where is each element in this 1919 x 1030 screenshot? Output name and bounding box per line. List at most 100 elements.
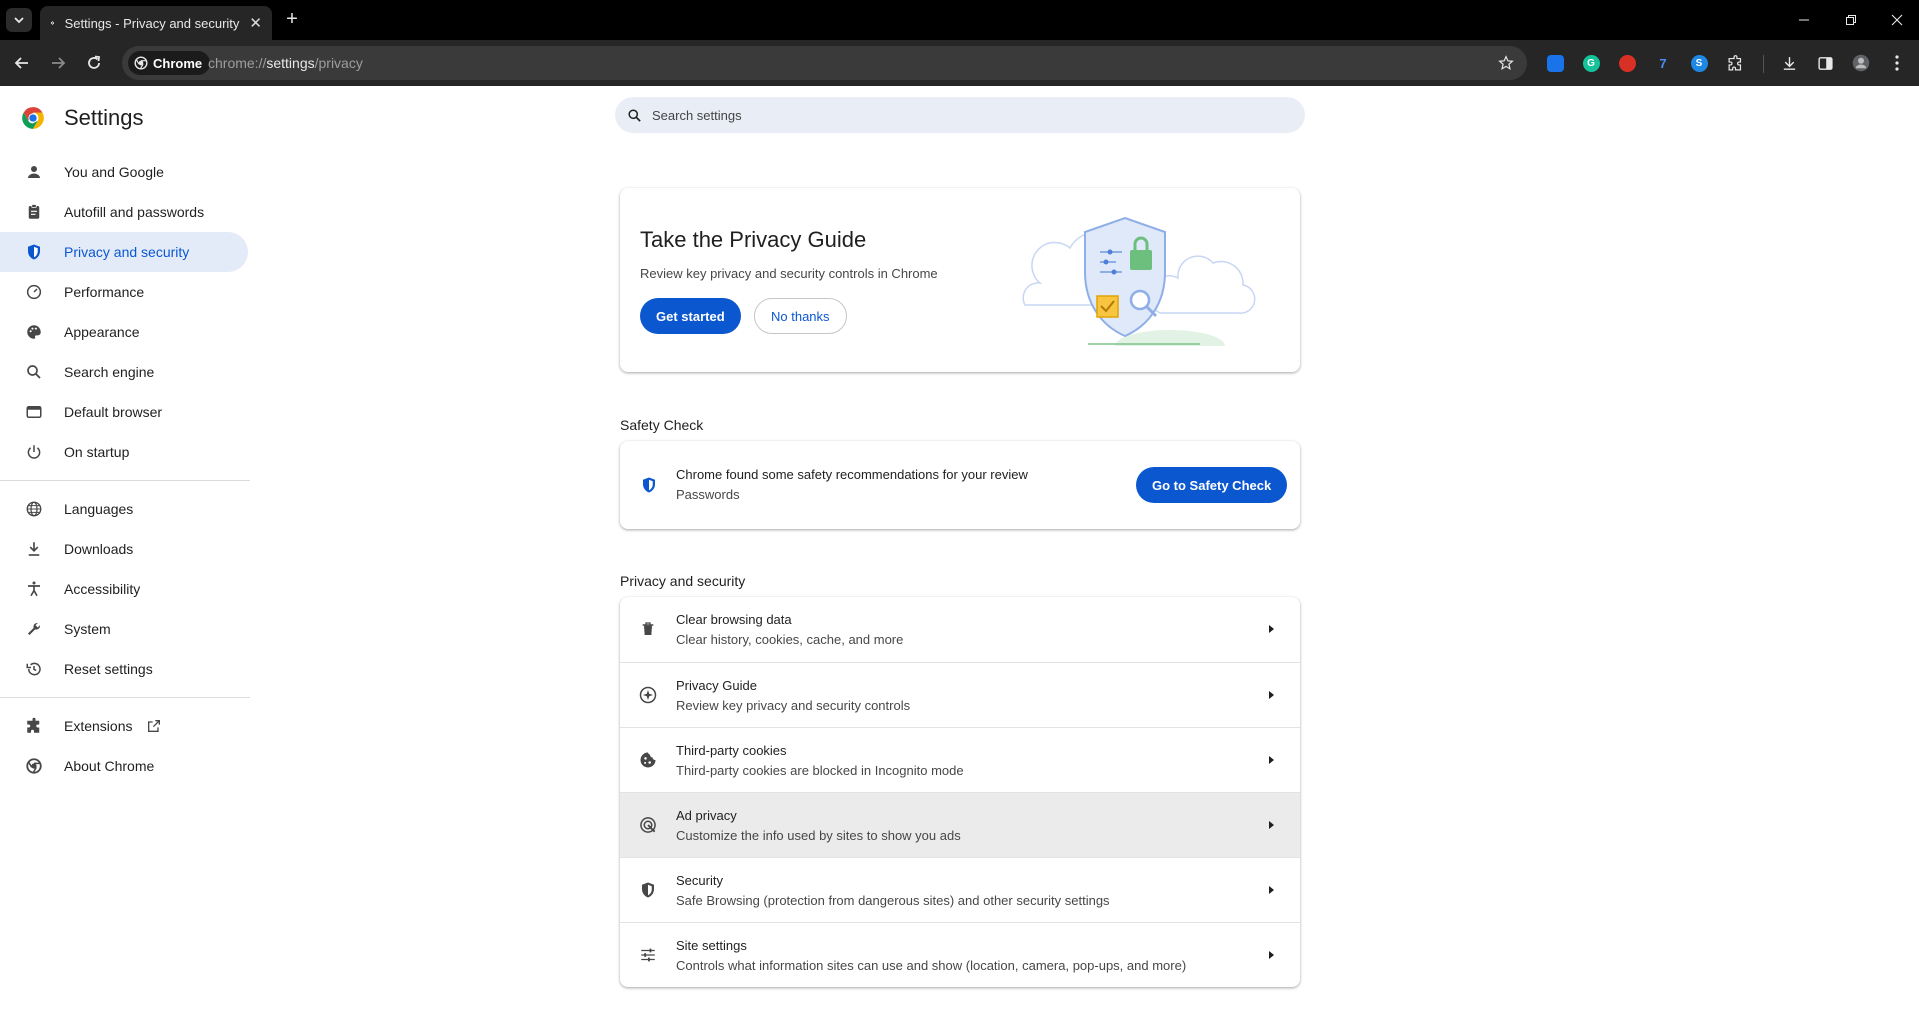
sidebar-item-system[interactable]: System xyxy=(0,609,248,649)
restore-icon xyxy=(1846,15,1856,25)
sidebar-item-on-startup[interactable]: On startup xyxy=(0,432,248,472)
sidebar-item-label: Default browser xyxy=(64,404,163,420)
settings-page: Settings You and Google Autofill and pas… xyxy=(0,86,1919,1030)
sidebar-divider xyxy=(0,480,250,481)
download-icon xyxy=(24,539,44,559)
forward-button[interactable] xyxy=(44,49,72,77)
site-info-chip[interactable]: Chrome xyxy=(128,51,211,75)
url-text[interactable]: chrome://settings/privacy xyxy=(208,55,363,71)
extension-shazam-icon[interactable]: S xyxy=(1688,52,1710,74)
url-host: settings xyxy=(266,55,315,71)
close-window-button[interactable] xyxy=(1875,0,1919,40)
row-title: Security xyxy=(676,873,723,888)
sidebar-item-label: Privacy and security xyxy=(64,244,190,260)
sidebar-item-performance[interactable]: Performance xyxy=(0,272,248,312)
row-subtitle: Review key privacy and security controls xyxy=(676,698,911,713)
settings-sidebar: You and Google Autofill and passwords Pr… xyxy=(0,152,250,786)
compass-icon xyxy=(638,685,658,705)
trash-icon xyxy=(638,619,658,639)
sidebar-item-label: Reset settings xyxy=(64,661,153,677)
sidebar-item-accessibility[interactable]: Accessibility xyxy=(0,569,248,609)
reload-button[interactable] xyxy=(80,49,108,77)
settings-search-box[interactable] xyxy=(615,97,1305,133)
row-subtitle: Safe Browsing (protection from dangerous… xyxy=(676,893,1110,908)
privacy-guide-subtitle: Review key privacy and security controls… xyxy=(640,266,938,281)
chrome-logo-icon xyxy=(22,107,44,129)
profile-avatar-icon[interactable] xyxy=(1850,52,1872,74)
arrow-right-icon xyxy=(1269,756,1274,764)
search-input[interactable] xyxy=(652,107,1252,123)
minimize-icon xyxy=(1799,19,1809,21)
privacy-section-heading: Privacy and security xyxy=(620,573,746,589)
palette-icon xyxy=(24,322,44,342)
bookmark-button[interactable] xyxy=(1492,49,1520,77)
row-clear-browsing-data[interactable]: Clear browsing data Clear history, cooki… xyxy=(620,597,1300,662)
row-third-party-cookies[interactable]: Third-party cookies Third-party cookies … xyxy=(620,727,1300,792)
tab-settings[interactable]: Settings - Privacy and security ✕ xyxy=(40,6,272,40)
row-subtitle: Controls what information sites can use … xyxy=(676,958,1187,973)
tab-strip: Settings - Privacy and security ✕ + xyxy=(0,0,1919,40)
extension-grammarly-icon[interactable]: G xyxy=(1580,52,1602,74)
arrow-right-icon xyxy=(52,57,66,69)
chevron-down-icon xyxy=(14,17,24,24)
row-subtitle: Third-party cookies are blocked in Incog… xyxy=(676,763,964,778)
row-privacy-guide[interactable]: Privacy Guide Review key privacy and sec… xyxy=(620,662,1300,727)
sidebar-item-label: About Chrome xyxy=(64,758,155,774)
kebab-menu-icon[interactable] xyxy=(1886,52,1908,74)
get-started-button[interactable]: Get started xyxy=(640,298,741,334)
sidebar-item-downloads[interactable]: Downloads xyxy=(0,529,248,569)
ad-privacy-icon xyxy=(638,815,658,835)
address-bar[interactable]: Chrome chrome://settings/privacy xyxy=(122,46,1527,80)
row-title: Privacy Guide xyxy=(676,678,757,693)
row-title: Third-party cookies xyxy=(676,743,787,758)
no-thanks-button[interactable]: No thanks xyxy=(754,298,847,334)
shield-icon xyxy=(643,477,655,493)
search-icon xyxy=(24,362,44,382)
sidebar-item-extensions[interactable]: Extensions xyxy=(0,706,248,746)
row-subtitle: Clear history, cookies, cache, and more xyxy=(676,632,904,647)
sidebar-item-label: Accessibility xyxy=(64,581,141,597)
extension-download-helper-icon[interactable] xyxy=(1544,52,1566,74)
new-tab-button[interactable]: + xyxy=(280,9,304,31)
sidebar-item-you-and-google[interactable]: You and Google xyxy=(0,152,248,192)
url-path: /privacy xyxy=(314,55,363,71)
settings-header: Settings xyxy=(20,102,144,134)
sidebar-item-languages[interactable]: Languages xyxy=(0,489,248,529)
sidebar-item-default-browser[interactable]: Default browser xyxy=(0,392,248,432)
row-ad-privacy[interactable]: Ad privacy Customize the info used by si… xyxy=(620,792,1300,857)
extensions-puzzle-icon[interactable] xyxy=(1724,52,1746,74)
side-panel-icon[interactable] xyxy=(1814,52,1836,74)
sidebar-item-label: Autofill and passwords xyxy=(64,204,205,220)
minimize-button[interactable] xyxy=(1782,0,1826,40)
sidebar-item-label: You and Google xyxy=(64,164,164,180)
tab-search-button[interactable] xyxy=(6,8,32,32)
arrow-left-icon xyxy=(14,57,28,69)
arrow-right-icon xyxy=(1269,951,1274,959)
sidebar-item-autofill[interactable]: Autofill and passwords xyxy=(0,192,248,232)
sidebar-item-appearance[interactable]: Appearance xyxy=(0,312,248,352)
sidebar-item-label: System xyxy=(64,621,111,637)
row-security[interactable]: Security Safe Browsing (protection from … xyxy=(620,857,1300,922)
person-icon xyxy=(24,162,44,182)
extension-red-icon[interactable] xyxy=(1616,52,1638,74)
shield-icon xyxy=(24,242,44,262)
external-link-icon xyxy=(148,720,161,732)
row-site-settings[interactable]: Site settings Controls what information … xyxy=(620,922,1300,987)
security-shield-icon xyxy=(638,880,658,900)
site-info-label: Chrome xyxy=(153,55,203,71)
sidebar-item-privacy-and-security[interactable]: Privacy and security xyxy=(0,232,248,272)
downloads-icon[interactable] xyxy=(1778,52,1800,74)
sidebar-item-search-engine[interactable]: Search engine xyxy=(0,352,248,392)
sidebar-item-reset-settings[interactable]: Reset settings xyxy=(0,649,248,689)
row-title: Site settings xyxy=(676,938,747,953)
sidebar-item-about-chrome[interactable]: About Chrome xyxy=(0,746,248,786)
safety-check-subtitle: Passwords xyxy=(676,487,740,502)
tab-close-icon[interactable]: ✕ xyxy=(249,15,262,32)
restore-button[interactable] xyxy=(1829,0,1873,40)
extension-translate-icon[interactable]: 7 xyxy=(1652,52,1674,74)
chrome-logo-icon xyxy=(134,56,148,70)
back-button[interactable] xyxy=(8,49,36,77)
privacy-guide-title: Take the Privacy Guide xyxy=(640,227,867,252)
go-to-safety-check-button[interactable]: Go to Safety Check xyxy=(1136,467,1288,503)
tab-title: Settings - Privacy and security xyxy=(64,15,240,31)
